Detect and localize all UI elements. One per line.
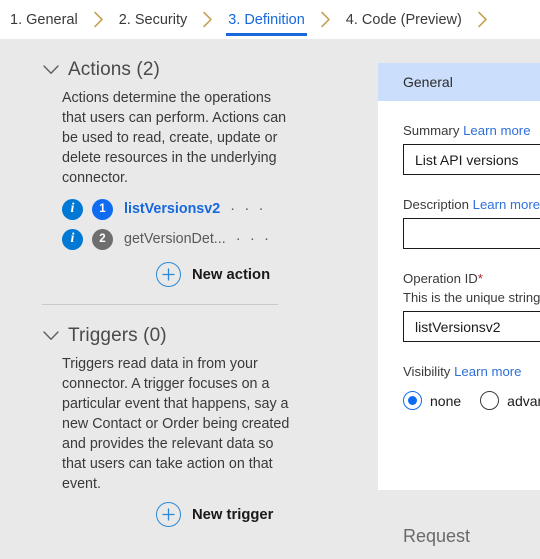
summary-learn-more-link[interactable]: Learn more bbox=[463, 123, 530, 138]
actions-section-title: Actions (2) bbox=[68, 59, 160, 80]
ellipsis-icon[interactable]: · · · bbox=[230, 201, 266, 216]
tab-security[interactable]: 2. Security bbox=[117, 0, 190, 39]
visibility-learn-more-link[interactable]: Learn more bbox=[454, 364, 521, 379]
list-item[interactable]: i 1 listVersionsv2 · · · bbox=[62, 194, 378, 224]
operation-id-field-group: Operation ID* This is the unique string … bbox=[403, 271, 540, 342]
tab-definition[interactable]: 3. Definition bbox=[226, 0, 307, 39]
visibility-option-advanced-label: advanc bbox=[507, 392, 540, 409]
triggers-list: New trigger bbox=[62, 502, 378, 527]
new-trigger-label: New trigger bbox=[192, 506, 274, 523]
description-input[interactable] bbox=[403, 218, 540, 249]
action-name-getversiondetails[interactable]: getVersionDet... bbox=[124, 231, 226, 247]
operation-detail-column: General Summary Learn more List API vers… bbox=[378, 39, 540, 559]
visibility-label: Visibility Learn more bbox=[403, 364, 540, 379]
operation-id-label: Operation ID* bbox=[403, 271, 540, 286]
general-panel-title: General bbox=[403, 74, 453, 90]
visibility-radio-group: none advanc bbox=[403, 391, 540, 410]
connector-definition-page: 1. General 2. Security 3. Definition 4. … bbox=[0, 0, 540, 559]
tab-definition-label: 3. Definition bbox=[228, 11, 305, 28]
summary-label: Summary Learn more bbox=[403, 123, 540, 138]
description-label-text: Description bbox=[403, 197, 469, 212]
chevron-down-icon bbox=[42, 61, 60, 79]
definition-left-column: Actions (2) Actions determine the operat… bbox=[0, 39, 378, 559]
visibility-field-group: Visibility Learn more none advanc bbox=[403, 364, 540, 410]
new-action-button[interactable]: New action bbox=[156, 262, 378, 287]
actions-section-header[interactable]: Actions (2) bbox=[42, 59, 378, 81]
chevron-right-icon bbox=[307, 0, 344, 39]
summary-field-group: Summary Learn more List API versions bbox=[403, 123, 540, 175]
visibility-option-none[interactable]: none bbox=[403, 391, 461, 410]
ellipsis-icon[interactable]: · · · bbox=[236, 231, 272, 246]
summary-input[interactable]: List API versions bbox=[403, 144, 540, 175]
description-field-group: Description Learn more bbox=[403, 197, 540, 249]
tab-security-label: 2. Security bbox=[118, 11, 188, 28]
description-learn-more-link[interactable]: Learn more bbox=[473, 197, 540, 212]
general-panel-header: General bbox=[378, 63, 540, 101]
triggers-section: Triggers (0) Triggers read data in from … bbox=[0, 325, 378, 527]
plus-circle-icon bbox=[156, 502, 181, 527]
tab-general[interactable]: 1. General bbox=[8, 0, 80, 39]
request-section-title: Request bbox=[403, 526, 471, 546]
action-order-badge: 1 bbox=[92, 198, 113, 220]
section-divider bbox=[42, 304, 278, 305]
tab-general-label: 1. General bbox=[10, 11, 78, 28]
wizard-tab-bar: 1. General 2. Security 3. Definition 4. … bbox=[0, 0, 540, 39]
radio-selected-icon bbox=[403, 391, 422, 410]
visibility-label-text: Visibility bbox=[403, 364, 451, 379]
active-tab-underline bbox=[226, 33, 307, 36]
operation-id-hint: This is the unique string us bbox=[403, 290, 540, 305]
new-action-label: New action bbox=[192, 266, 271, 283]
plus-circle-icon bbox=[156, 262, 181, 287]
tab-code-preview-label: 4. Code (Preview) bbox=[345, 11, 462, 28]
triggers-section-description: Triggers read data in from your connecto… bbox=[62, 356, 290, 492]
actions-section-description: Actions determine the operations that us… bbox=[62, 90, 287, 186]
summary-label-text: Summary bbox=[403, 123, 460, 138]
required-asterisk: * bbox=[477, 271, 483, 286]
chevron-right-icon bbox=[464, 0, 501, 39]
triggers-section-header[interactable]: Triggers (0) bbox=[42, 325, 378, 347]
operation-id-label-text: Operation ID bbox=[403, 271, 478, 286]
actions-list: i 1 listVersionsv2 · · · i 2 getVersionD… bbox=[62, 194, 378, 287]
new-trigger-button[interactable]: New trigger bbox=[156, 502, 378, 527]
radio-unselected-icon bbox=[480, 391, 500, 410]
chevron-right-icon bbox=[80, 0, 117, 39]
list-item[interactable]: i 2 getVersionDet... · · · bbox=[62, 224, 378, 254]
chevron-down-icon bbox=[42, 327, 60, 345]
general-panel-body: Summary Learn more List API versions Des… bbox=[378, 123, 540, 410]
triggers-section-title: Triggers (0) bbox=[68, 325, 167, 346]
chevron-right-icon bbox=[189, 0, 226, 39]
visibility-option-none-label: none bbox=[430, 392, 462, 409]
description-label: Description Learn more bbox=[403, 197, 540, 212]
tab-code-preview[interactable]: 4. Code (Preview) bbox=[344, 0, 464, 39]
info-icon[interactable]: i bbox=[62, 228, 83, 250]
info-icon[interactable]: i bbox=[62, 198, 83, 220]
action-order-badge: 2 bbox=[92, 228, 113, 250]
operation-id-input[interactable]: listVersionsv2 bbox=[403, 311, 540, 342]
action-name-listversionsv2[interactable]: listVersionsv2 bbox=[124, 201, 220, 217]
visibility-option-advanced[interactable]: advanc bbox=[480, 391, 540, 410]
actions-section: Actions (2) Actions determine the operat… bbox=[0, 59, 378, 287]
general-panel: General Summary Learn more List API vers… bbox=[378, 63, 540, 490]
